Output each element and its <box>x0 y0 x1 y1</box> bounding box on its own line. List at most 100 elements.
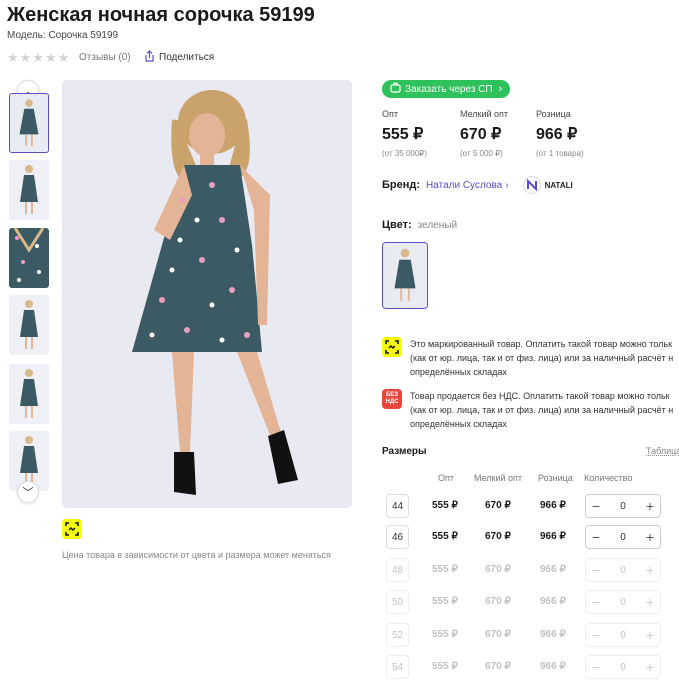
dress-photo-icon <box>9 364 49 424</box>
price-opt-cell: 555 ₽ <box>432 500 458 511</box>
size-row-48: 48 555 ₽ 670 ₽ 966 ₽ − 0 + <box>382 558 679 584</box>
quantity-value: 0 <box>620 661 626 673</box>
star-icon: ★ <box>57 50 70 65</box>
minus-icon[interactable]: − <box>592 499 600 513</box>
main-product-image[interactable] <box>62 80 352 508</box>
price-opt-cell: 555 ₽ <box>432 531 458 542</box>
chevron-down-icon: ﹀ <box>22 487 34 499</box>
brand-row: Бренд: Натали Суслова › NATALI <box>382 176 573 194</box>
quantity-value: 0 <box>620 629 626 641</box>
price-opt-cell: 555 ₽ <box>432 596 458 607</box>
color-swatch-green[interactable] <box>382 242 428 309</box>
quantity-stepper[interactable]: − 0 + <box>585 525 661 549</box>
size-row-44: 44 555 ₽ 670 ₽ 966 ₽ − 0 + <box>382 494 679 520</box>
price-label: Опт <box>382 109 398 119</box>
price-opt-cell: 555 ₽ <box>432 661 458 672</box>
brand-link[interactable]: Натали Суслова <box>426 180 502 191</box>
quantity-stepper: − 0 + <box>585 558 661 582</box>
size-label[interactable]: 46 <box>386 525 409 549</box>
column-header-opt: Опт <box>438 473 454 483</box>
column-header-small-opt: Мелкий опт <box>474 473 523 483</box>
marking-notice-text: Это маркированный товар. Оплатить такой … <box>410 339 674 377</box>
column-header-retail: Розница <box>538 473 573 483</box>
thumbnails-down-button[interactable]: ﹀ <box>17 481 39 503</box>
price-retail-cell: 966 ₽ <box>540 596 566 607</box>
quantity-stepper: − 0 + <box>585 590 661 614</box>
brand-logo-text: NATALI <box>544 180 573 190</box>
thumbnail-3[interactable] <box>9 228 49 288</box>
marking-icon <box>382 337 402 357</box>
price-label: Розница <box>536 109 571 119</box>
thumbnail-2[interactable] <box>9 160 49 220</box>
price-opt-cell: 555 ₽ <box>432 564 458 575</box>
minus-icon: − <box>592 627 601 643</box>
price-small-opt-cell: 670 ₽ <box>485 500 511 511</box>
thumbnail-1[interactable] <box>9 93 49 153</box>
price-opt: Опт 555 ₽ (от 35 000₽) <box>382 109 427 158</box>
price-min: (от 5 000 ₽) <box>460 149 503 158</box>
reviews-link[interactable]: Отзывы (0) <box>79 52 131 63</box>
brand-logo[interactable] <box>522 176 541 194</box>
quantity-stepper[interactable]: − 0 + <box>585 494 661 518</box>
size-label[interactable]: 44 <box>386 494 409 518</box>
price-small-opt-cell: 670 ₽ <box>485 531 511 542</box>
color-label: Цвет: <box>382 219 412 231</box>
price-small-opt-cell: 670 ₽ <box>485 564 511 575</box>
share-icon <box>144 50 155 65</box>
star-icon: ★ <box>44 50 57 65</box>
product-model: Модель: Сорочка 59199 <box>7 30 119 41</box>
price-small-opt-cell: 670 ₽ <box>485 629 511 640</box>
minus-icon[interactable]: − <box>592 530 600 544</box>
thumbnail-4[interactable] <box>9 295 49 355</box>
brand-label: Бренд: <box>382 179 421 191</box>
chevron-right-icon: › <box>505 179 509 191</box>
star-icon: ★ <box>19 50 32 65</box>
marking-icon <box>65 522 79 536</box>
thumbnail-5[interactable] <box>9 364 49 424</box>
size-row-50: 50 555 ₽ 670 ₽ 966 ₽ − 0 + <box>382 590 679 616</box>
plus-icon: + <box>645 659 654 675</box>
price-note: Цена товара в зависимости от цвета и раз… <box>62 550 331 560</box>
price-retail-cell: 966 ₽ <box>540 500 566 511</box>
plus-icon[interactable]: + <box>646 530 654 544</box>
size-label: 50 <box>386 590 409 614</box>
price-min: (от 35 000₽) <box>382 149 428 158</box>
plus-icon: + <box>645 627 654 643</box>
quantity-value[interactable]: 0 <box>620 532 626 543</box>
price-value: 966 ₽ <box>536 126 578 143</box>
no-vat-notice-text: Товар продается без НДС. Оплатить такой … <box>410 391 674 429</box>
size-row-52: 52 555 ₽ 670 ₽ 966 ₽ − 0 + <box>382 623 679 649</box>
size-table-link[interactable]: Таблица <box>646 446 679 456</box>
share-button[interactable]: Поделиться <box>144 50 214 65</box>
price-value: 670 ₽ <box>460 126 502 143</box>
share-label: Поделиться <box>159 52 215 63</box>
quantity-value: 0 <box>620 596 626 608</box>
no-vat-notice: БЕЗ НДС Товар продается без НДС. Оплатит… <box>382 389 679 431</box>
price-label: Мелкий опт <box>460 109 509 119</box>
no-vat-icon: БЕЗ НДС <box>382 389 402 409</box>
minus-icon: − <box>592 562 601 578</box>
plus-icon[interactable]: + <box>646 499 654 513</box>
natali-logo-icon <box>526 179 537 191</box>
color-value: зеленый <box>417 220 458 231</box>
plus-icon: + <box>645 562 654 578</box>
price-retail-cell: 966 ₽ <box>540 531 566 542</box>
quantity-value: 0 <box>620 564 626 576</box>
quantity-value[interactable]: 0 <box>620 501 626 512</box>
minus-icon: − <box>592 594 601 610</box>
price-retail-cell: 966 ₽ <box>540 661 566 672</box>
dress-photo-icon <box>9 295 49 355</box>
dress-photo-icon <box>383 243 427 308</box>
marking-badge <box>62 519 82 539</box>
star-icon: ★ <box>32 50 44 65</box>
rating-stars[interactable]: ★ ★ ★ ★ ★ <box>7 51 69 64</box>
size-row-54: 54 555 ₽ 670 ₽ 966 ₽ − 0 + <box>382 655 679 681</box>
product-title: Женская ночная сорочка 59199 <box>7 4 315 26</box>
minus-icon: − <box>592 659 601 675</box>
marking-notice: Это маркированный товар. Оплатить такой … <box>382 337 679 379</box>
order-via-sp-button[interactable]: Заказать через СП › <box>382 80 511 98</box>
dress-photo-icon <box>62 80 352 508</box>
star-icon: ★ <box>7 50 19 65</box>
dress-photo-icon <box>9 160 49 220</box>
price-retail-cell: 966 ₽ <box>540 564 566 575</box>
